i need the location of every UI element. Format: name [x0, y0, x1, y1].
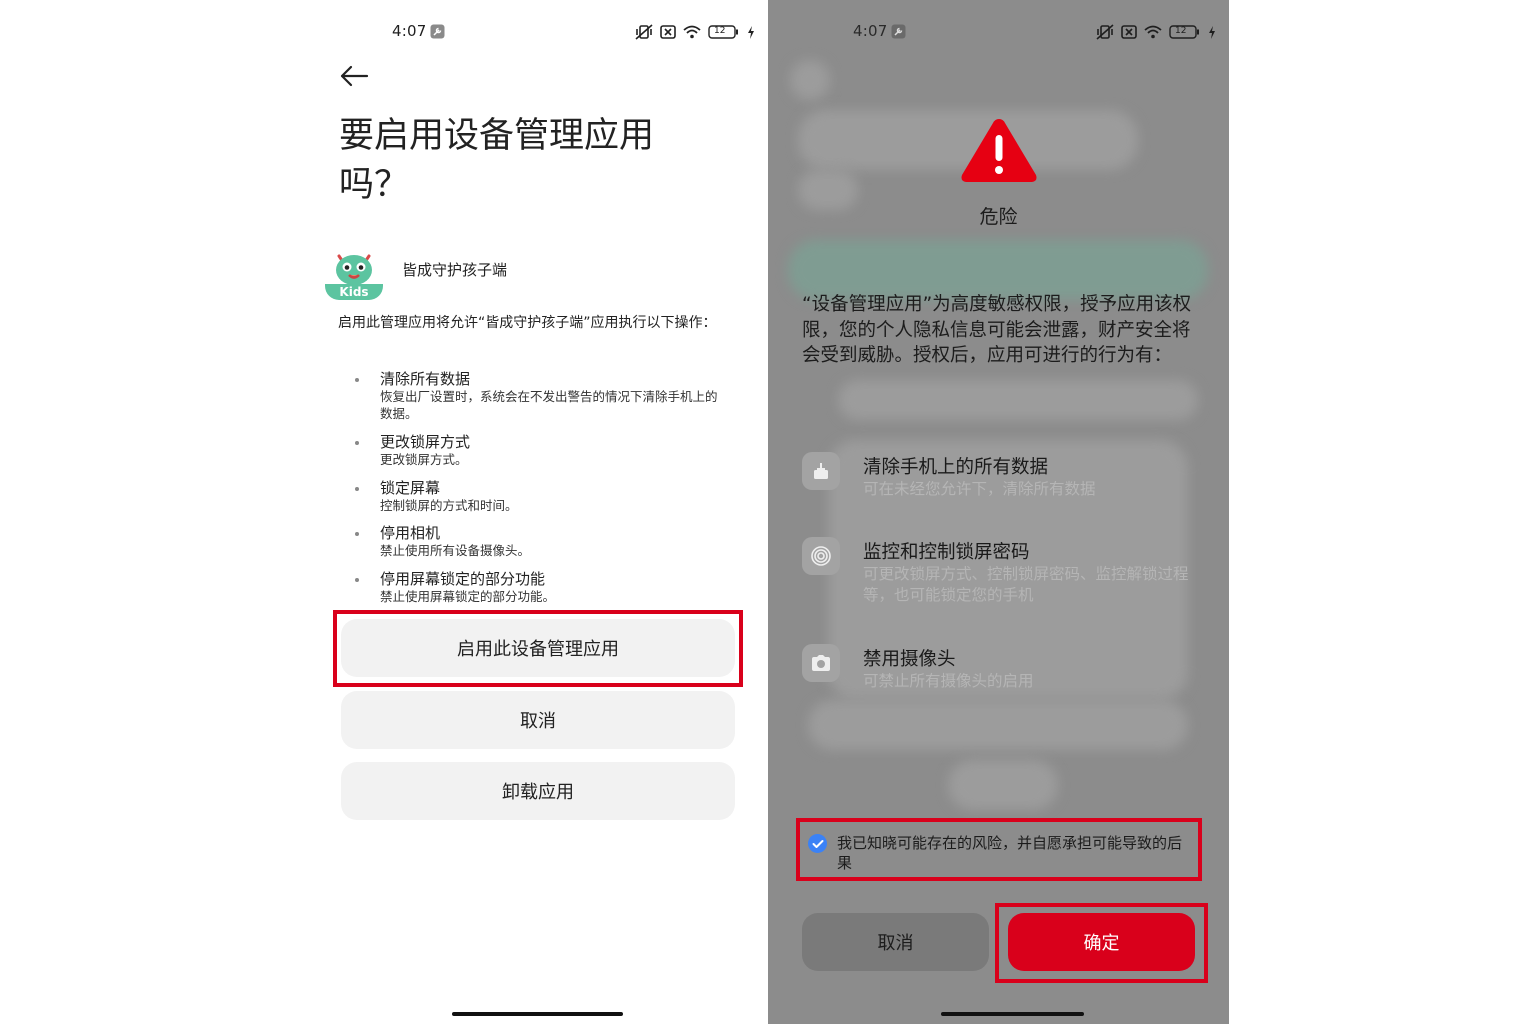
bullet-icon — [355, 578, 359, 582]
wifi-icon — [683, 25, 701, 39]
right-phone-screen: 4:07 12 危险 “设备管理应用”为高度敏感权限，授予应用该权限，您的个人隐… — [768, 0, 1229, 1024]
policy-item: 停用屏幕锁定的部分功能 禁止使用屏幕锁定的部分功能。 — [355, 571, 725, 605]
fingerprint-icon — [802, 537, 840, 575]
policy-item: 锁定屏幕 控制锁屏的方式和时间。 — [355, 480, 725, 514]
policy-desc: 禁止使用所有设备摄像头。 — [380, 543, 531, 558]
status-time: 4:07 — [392, 22, 427, 40]
home-indicator[interactable] — [941, 1012, 1084, 1016]
policy-desc: 禁止使用屏幕锁定的部分功能。 — [380, 589, 556, 604]
check-icon — [812, 839, 823, 848]
cancel-button[interactable]: 取消 — [341, 691, 735, 749]
permission-desc: 可禁止所有摄像头的启用 — [863, 672, 1034, 690]
policy-item: 停用相机 禁止使用所有设备摄像头。 — [355, 525, 725, 559]
charging-icon — [747, 25, 755, 39]
wifi-icon — [1144, 25, 1162, 39]
bullet-icon — [355, 378, 359, 382]
confirm-button[interactable]: 确定 — [1008, 913, 1195, 971]
camera-icon — [802, 644, 840, 682]
app-icon-badge: Kids — [339, 285, 369, 299]
policy-title: 清除所有数据 — [380, 370, 471, 388]
wrench-icon — [430, 24, 445, 43]
blurred-background — [838, 380, 1198, 420]
policy-item: 清除所有数据 恢复出厂设置时，系统会在不发出警告的情况下清除手机上的数据。 — [355, 371, 725, 422]
permission-desc: 可在未经您允许下，清除所有数据 — [863, 480, 1096, 498]
eraser-icon — [802, 452, 840, 490]
battery-level: 12 — [714, 26, 726, 36]
policy-desc: 更改锁屏方式。 — [380, 452, 468, 467]
status-icons: 12 — [635, 24, 755, 40]
permission-description: 启用此管理应用将允许“皆成守护孩子端”应用执行以下操作： — [338, 315, 717, 331]
home-indicator[interactable] — [452, 1012, 623, 1016]
app-icon: Kids — [325, 242, 383, 300]
wrench-icon — [891, 24, 906, 43]
vibrate-off-icon — [1096, 24, 1114, 40]
dialog-title: 危险 — [979, 206, 1018, 228]
policy-title: 锁定屏幕 — [380, 479, 441, 497]
vibrate-off-icon — [635, 24, 653, 40]
cancel-button[interactable]: 取消 — [802, 913, 989, 971]
policy-desc: 控制锁屏的方式和时间。 — [380, 498, 518, 513]
consent-text[interactable]: 我已知晓可能存在的风险，并自愿承担可能导致的后果 — [837, 833, 1192, 873]
status-icons: 12 — [1096, 24, 1216, 40]
permission-title: 清除手机上的所有数据 — [863, 457, 1049, 478]
permission-desc: 可更改锁屏方式、控制锁屏密码、监控解锁过程等，也可能锁定您的手机 — [863, 565, 1189, 604]
bullet-icon — [355, 487, 359, 491]
consent-checkbox[interactable] — [808, 834, 827, 853]
blurred-background — [948, 760, 1058, 810]
permission-title: 禁用摄像头 — [863, 649, 956, 670]
app-name: 皆成守护孩子端 — [402, 261, 508, 279]
left-phone-screen: 4:07 12 要启用设备管理应用吗？ Kids 皆成守护孩子端 启用此管理应用… — [309, 0, 768, 1024]
no-sim-icon — [1121, 25, 1137, 39]
blurred-background — [790, 60, 830, 100]
activate-admin-button[interactable]: 启用此设备管理应用 — [341, 619, 735, 677]
policy-item: 更改锁屏方式 更改锁屏方式。 — [355, 434, 725, 468]
no-sim-icon — [660, 25, 676, 39]
policy-title: 更改锁屏方式 — [380, 433, 471, 451]
uninstall-button[interactable]: 卸载应用 — [341, 762, 735, 820]
charging-icon — [1208, 25, 1216, 39]
bullet-icon — [355, 441, 359, 445]
dialog-description: “设备管理应用”为高度敏感权限，授予应用该权限，您的个人隐私信息可能会泄露，财产… — [802, 294, 1192, 366]
warning-icon — [958, 115, 1040, 189]
status-time: 4:07 — [853, 22, 888, 40]
bullet-icon — [355, 532, 359, 536]
permission-title: 监控和控制锁屏密码 — [863, 542, 1030, 563]
battery-level: 12 — [1175, 26, 1187, 36]
battery-icon: 12 — [708, 25, 740, 39]
policy-title: 停用相机 — [380, 524, 441, 542]
back-arrow-icon[interactable] — [339, 64, 369, 92]
page-title: 要启用设备管理应用吗？ — [339, 116, 655, 205]
policy-title: 停用屏幕锁定的部分功能 — [380, 570, 546, 588]
policy-desc: 恢复出厂设置时，系统会在不发出警告的情况下清除手机上的数据。 — [380, 389, 718, 421]
battery-icon: 12 — [1169, 25, 1201, 39]
blurred-background — [808, 700, 1188, 750]
blurred-background — [788, 240, 1208, 300]
